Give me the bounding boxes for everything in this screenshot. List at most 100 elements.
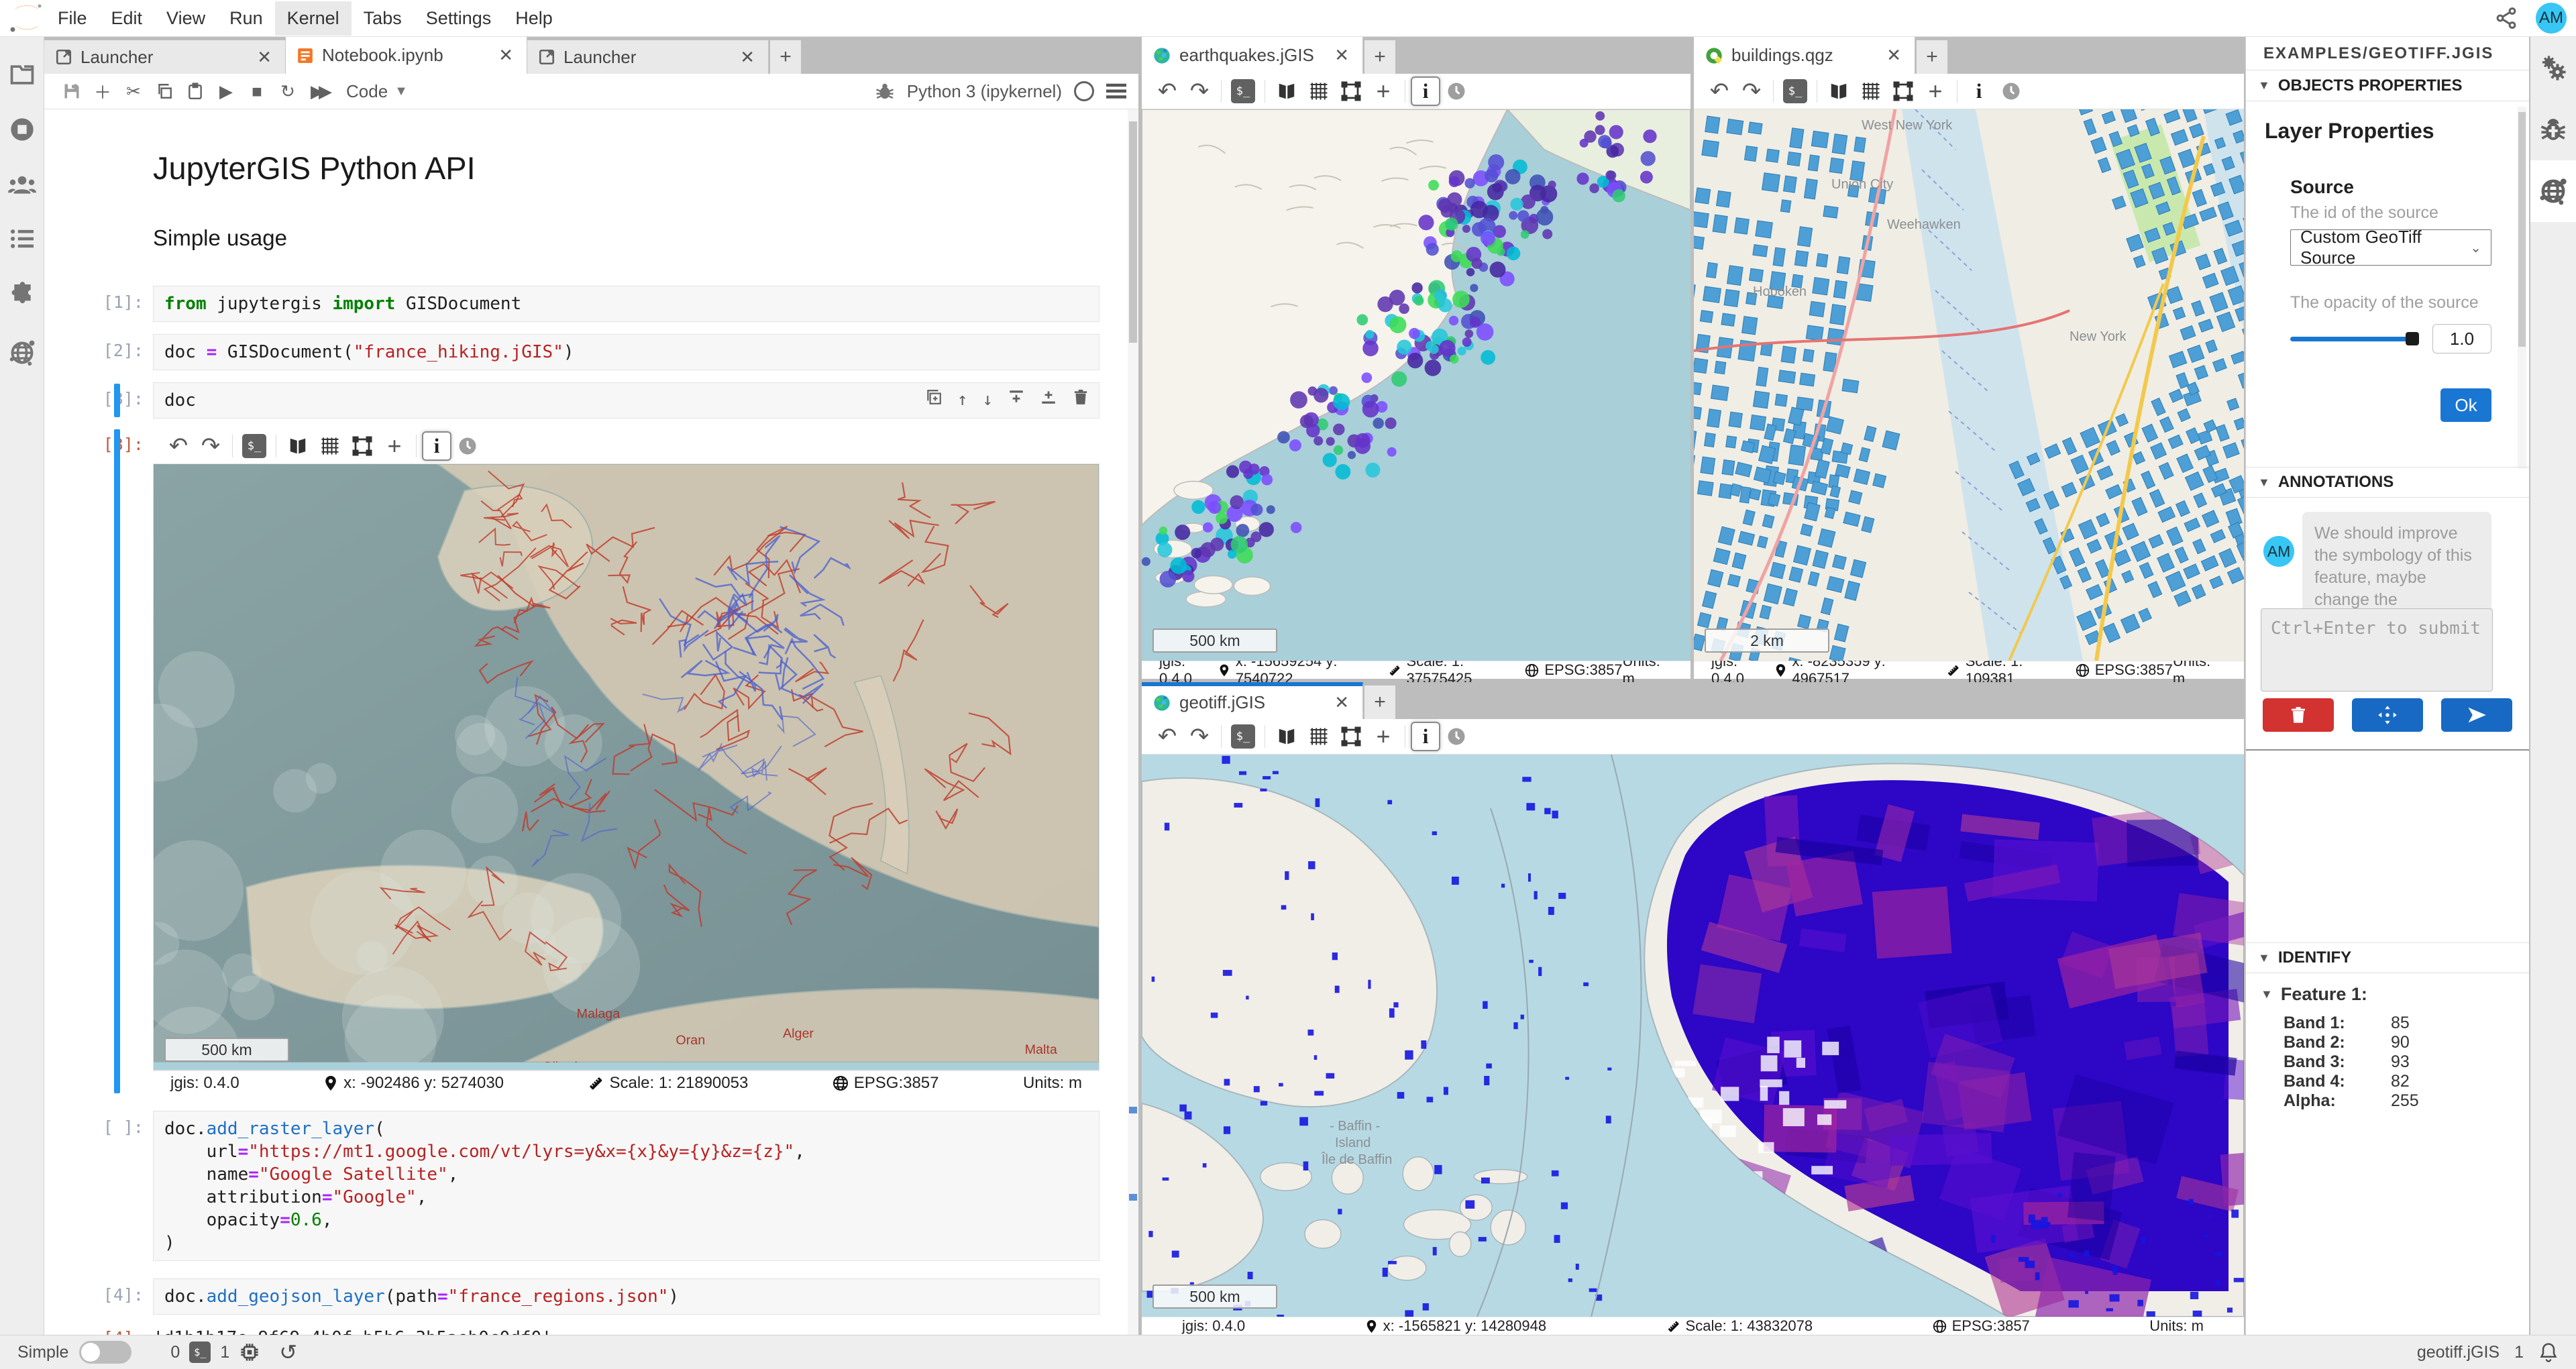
debugger-icon[interactable] xyxy=(875,81,895,101)
insert-cell-above-icon[interactable] xyxy=(1008,388,1025,406)
redo-icon[interactable]: ↷ xyxy=(195,431,227,461)
console-icon[interactable]: $_ xyxy=(1227,722,1259,751)
geotiff-map[interactable]: - Baffin -IslandÎle de Baffin 500 km xyxy=(1142,755,2244,1317)
gis-panel-tab-icon[interactable] xyxy=(2530,160,2576,222)
file-browser-icon[interactable] xyxy=(9,62,35,85)
time-slider-icon[interactable] xyxy=(1995,76,2027,106)
stop-icon[interactable]: ■ xyxy=(241,81,272,102)
tab-launcher-1[interactable]: Launcher ✕ xyxy=(44,40,286,74)
kernel-status-icon[interactable] xyxy=(1074,81,1094,101)
slider-thumb[interactable] xyxy=(2406,332,2419,345)
kernel-chip-icon[interactable] xyxy=(239,1341,260,1363)
time-slider-icon[interactable] xyxy=(451,431,484,461)
tab-buildings[interactable]: buildings.qgz ✕ xyxy=(1694,37,1915,74)
hamburger-menu-icon[interactable] xyxy=(1106,83,1126,100)
opacity-slider[interactable] xyxy=(2290,337,2418,341)
identify-icon[interactable]: i xyxy=(1411,76,1440,106)
earthquakes-map[interactable]: 500 km xyxy=(1142,109,1690,661)
new-tab-button[interactable]: + xyxy=(1364,686,1395,719)
tab-notebook[interactable]: Notebook.ipynb ✕ xyxy=(286,37,527,74)
identify-icon[interactable]: i xyxy=(1411,722,1440,751)
tab-geotiff[interactable]: geotiff.jGIS ✕ xyxy=(1142,682,1363,719)
identify-icon[interactable]: i xyxy=(1963,76,1995,106)
time-slider-icon[interactable] xyxy=(1440,722,1472,751)
basemap-icon[interactable] xyxy=(1823,76,1855,106)
undo-icon[interactable]: ↶ xyxy=(1703,76,1735,106)
time-slider-icon[interactable] xyxy=(1440,76,1472,106)
ok-button[interactable]: Ok xyxy=(2440,388,2491,422)
menu-kernel[interactable]: Kernel xyxy=(275,1,352,36)
copy-icon[interactable] xyxy=(149,83,180,100)
restart-kernel-icon[interactable]: ↻ xyxy=(272,81,303,102)
identify-header[interactable]: ▼ IDENTIFY xyxy=(2246,942,2529,973)
france-map[interactable]: MalagaOranAlgerGibraltarMalta 500 km xyxy=(153,463,1099,1071)
debugger-icon[interactable] xyxy=(2530,99,2576,160)
panel-scrollbar[interactable] xyxy=(2518,107,2526,469)
new-tab-button[interactable]: + xyxy=(1917,40,1947,74)
submit-annotation-button[interactable] xyxy=(2441,698,2512,732)
add-layer-icon[interactable]: + xyxy=(378,431,411,461)
delete-annotation-button[interactable] xyxy=(2263,698,2334,732)
console-icon[interactable]: $_ xyxy=(238,431,270,461)
paste-icon[interactable] xyxy=(180,83,211,100)
close-icon[interactable]: ✕ xyxy=(1332,45,1352,66)
code-cell-3[interactable]: [3]: doc ↑ ↓ xyxy=(52,382,1099,419)
menu-run[interactable]: Run xyxy=(217,1,275,36)
add-layer-icon[interactable]: + xyxy=(1367,76,1399,106)
objects-properties-header[interactable]: ▼ OBJECTS PROPERTIES xyxy=(2246,70,2529,101)
table-of-contents-icon[interactable] xyxy=(9,227,35,250)
menu-settings[interactable]: Settings xyxy=(414,1,504,36)
grid-icon[interactable] xyxy=(314,431,346,461)
user-avatar[interactable]: AM xyxy=(2536,3,2567,34)
add-layer-icon[interactable]: + xyxy=(1367,722,1399,751)
opacity-value-input[interactable]: 1.0 xyxy=(2432,324,2491,353)
cut-icon[interactable]: ✂ xyxy=(118,81,149,102)
close-icon[interactable]: ✕ xyxy=(737,47,757,68)
annotations-header[interactable]: ▼ ANNOTATIONS xyxy=(2246,467,2529,498)
grid-icon[interactable] xyxy=(1855,76,1887,106)
close-icon[interactable]: ✕ xyxy=(1332,692,1352,713)
history-icon[interactable]: ↺ xyxy=(279,1339,297,1365)
markdown-section[interactable]: Simple usage xyxy=(153,225,1099,251)
extent-icon[interactable] xyxy=(1887,76,1919,106)
basemap-icon[interactable] xyxy=(282,431,314,461)
code-cell-2[interactable]: [2]: doc = GISDocument("france_hiking.jG… xyxy=(52,334,1099,370)
code-cell-1[interactable]: [1]: from jupytergis import GISDocument xyxy=(52,286,1099,322)
extent-icon[interactable] xyxy=(1335,76,1367,106)
grid-icon[interactable] xyxy=(1303,76,1335,106)
undo-icon[interactable]: ↶ xyxy=(1151,76,1183,106)
close-icon[interactable]: ✕ xyxy=(254,47,274,68)
gis-panel-icon[interactable] xyxy=(8,339,36,367)
console-icon[interactable]: $_ xyxy=(1227,76,1259,106)
running-kernels-icon[interactable] xyxy=(9,116,36,143)
redo-icon[interactable]: ↷ xyxy=(1183,722,1216,751)
close-icon[interactable]: ✕ xyxy=(1884,45,1904,66)
extent-icon[interactable] xyxy=(1335,722,1367,751)
current-doc-label[interactable]: geotiff.jGIS xyxy=(2417,1343,2500,1362)
tab-earthquakes[interactable]: earthquakes.jGIS ✕ xyxy=(1142,37,1363,74)
notebook-scrollbar[interactable] xyxy=(1128,109,1138,1335)
buildings-map[interactable]: West New YorkUnion CityWeehawkenHobokenN… xyxy=(1694,109,2244,661)
undo-icon[interactable]: ↶ xyxy=(162,431,195,461)
insert-cell-below-icon[interactable] xyxy=(1040,388,1057,406)
bell-icon[interactable] xyxy=(2538,1341,2559,1363)
markdown-title[interactable]: JupyterGIS Python API xyxy=(153,132,1099,186)
identify-icon[interactable]: i xyxy=(422,431,451,461)
basemap-icon[interactable] xyxy=(1271,722,1303,751)
property-inspector-icon[interactable] xyxy=(2530,37,2576,99)
annotation-input[interactable]: Ctrl+Enter to submit xyxy=(2261,608,2493,692)
collaboration-icon[interactable] xyxy=(8,174,36,197)
menu-view[interactable]: View xyxy=(154,1,217,36)
console-icon[interactable]: $_ xyxy=(1779,76,1811,106)
extensions-icon[interactable] xyxy=(9,281,36,308)
menu-tabs[interactable]: Tabs xyxy=(352,1,414,36)
source-select[interactable]: Custom GeoTiff Source ⌄ xyxy=(2290,229,2491,266)
simple-mode-toggle[interactable] xyxy=(79,1341,131,1364)
grid-icon[interactable] xyxy=(1303,722,1335,751)
close-icon[interactable]: ✕ xyxy=(496,45,516,66)
run-icon[interactable]: ▶ xyxy=(211,81,241,102)
share-icon[interactable] xyxy=(2494,6,2518,30)
new-tab-button[interactable]: + xyxy=(1364,40,1395,74)
new-tab-button[interactable]: + xyxy=(770,40,801,74)
save-icon[interactable] xyxy=(56,82,87,101)
